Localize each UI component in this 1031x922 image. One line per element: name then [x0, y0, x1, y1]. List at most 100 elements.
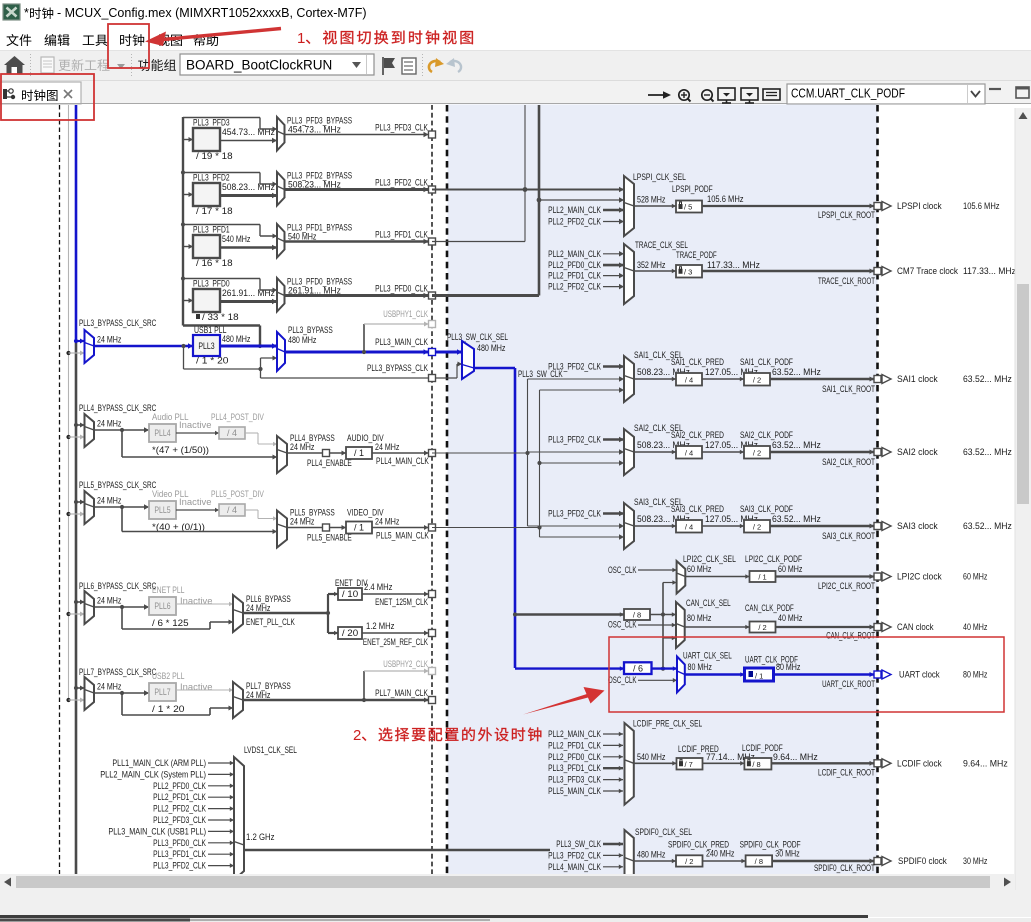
svg-text:2.4 MHz: 2.4 MHz — [364, 582, 393, 592]
svg-text:80 MHz: 80 MHz — [688, 662, 713, 672]
svg-text:*: * — [24, 6, 29, 20]
svg-text:Inactive: Inactive — [179, 497, 212, 507]
svg-text:ENET_25M_REF_CLK: ENET_25M_REF_CLK — [363, 637, 428, 647]
svg-text:PLL2_MAIN_CLK: PLL2_MAIN_CLK — [548, 205, 601, 215]
svg-text:LPI2C_CLK_SEL: LPI2C_CLK_SEL — [683, 554, 736, 564]
svg-text:40 MHz: 40 MHz — [963, 622, 988, 632]
svg-text:PLL3_PFD0: PLL3_PFD0 — [193, 279, 230, 289]
svg-text:PLL3_PFD2_CLK: PLL3_PFD2_CLK — [548, 362, 601, 372]
svg-text:24 MHz: 24 MHz — [97, 682, 122, 692]
svg-text:SAI2_CLK_ROOT: SAI2_CLK_ROOT — [822, 457, 875, 467]
svg-text:SPDIF0_CLK_ROOT: SPDIF0_CLK_ROOT — [814, 863, 875, 873]
svg-text:PLL7_BYPASS_CLK_SRC: PLL7_BYPASS_CLK_SRC — [79, 667, 157, 677]
svg-text:/ 5: / 5 — [684, 203, 692, 212]
svg-text:PLL2_PFD0_CLK: PLL2_PFD0_CLK — [548, 260, 601, 270]
svg-text:USBPHY1_CLK: USBPHY1_CLK — [383, 309, 428, 319]
svg-text:24 MHz: 24 MHz — [97, 419, 122, 429]
svg-text:LCDIF_PRE_CLK_SEL: LCDIF_PRE_CLK_SEL — [633, 719, 702, 729]
svg-text:24 MHz: 24 MHz — [246, 690, 271, 700]
svg-text:PLL2_PFD2_CLK: PLL2_PFD2_CLK — [548, 217, 601, 227]
svg-text:24 MHz: 24 MHz — [97, 496, 122, 506]
svg-text:PLL3_PFD2_CLK: PLL3_PFD2_CLK — [375, 178, 428, 188]
svg-text:60 MHz: 60 MHz — [963, 572, 988, 582]
svg-text:24 MHz: 24 MHz — [375, 442, 400, 452]
svg-text:9.64... MHz: 9.64... MHz — [963, 758, 1008, 768]
svg-text:BOARD_BootClockRUN: BOARD_BootClockRUN — [186, 58, 332, 73]
svg-text:LPSPI_CLK_SEL: LPSPI_CLK_SEL — [633, 172, 686, 182]
svg-text:1: 1 — [297, 30, 305, 47]
svg-text:PLL3_SW_CLK: PLL3_SW_CLK — [556, 839, 601, 849]
svg-text:PLL5: PLL5 — [154, 505, 170, 515]
svg-text:PLL5_POST_DIV: PLL5_POST_DIV — [211, 489, 264, 499]
svg-text:PLL2_PFD2_CLK: PLL2_PFD2_CLK — [153, 804, 206, 814]
svg-text:/ 8: / 8 — [633, 611, 641, 620]
svg-text:LPI2C_CLK_ROOT: LPI2C_CLK_ROOT — [818, 581, 875, 591]
svg-text:63.52... MHz: 63.52... MHz — [772, 440, 821, 450]
svg-text:ENET_DIV: ENET_DIV — [335, 578, 368, 588]
svg-text:PLL3_PFD1_CLK: PLL3_PFD1_CLK — [548, 763, 601, 773]
svg-text:PLL4_BYPASS_CLK_SRC: PLL4_BYPASS_CLK_SRC — [79, 403, 157, 413]
svg-text:/ 2: / 2 — [685, 857, 693, 866]
svg-text:PLL3_PFD3_CLK: PLL3_PFD3_CLK — [375, 123, 428, 133]
svg-text:/ 4: / 4 — [227, 505, 237, 515]
svg-text:SAI2_CLK_PODF: SAI2_CLK_PODF — [740, 430, 793, 440]
svg-text:PLL3_PFD2_CLK: PLL3_PFD2_CLK — [548, 850, 601, 860]
svg-text:30 MHz: 30 MHz — [775, 849, 800, 859]
svg-text:PLL2_PFD1_CLK: PLL2_PFD1_CLK — [153, 792, 206, 802]
svg-text:ENET_PLL_CLK: ENET_PLL_CLK — [246, 617, 295, 627]
svg-text:PLL2_PFD0_CLK: PLL2_PFD0_CLK — [153, 781, 206, 791]
svg-text:60 MHz: 60 MHz — [778, 564, 803, 574]
svg-text:540 MHz: 540 MHz — [288, 232, 317, 242]
svg-text:/ 20: / 20 — [342, 628, 358, 638]
svg-text:/ 1: / 1 — [755, 672, 763, 681]
svg-text:LPSPI_CLK_ROOT: LPSPI_CLK_ROOT — [818, 210, 875, 220]
svg-text:352 MHz: 352 MHz — [637, 260, 666, 270]
svg-text:USB2 PLL: USB2 PLL — [152, 671, 185, 681]
svg-text:SAI1_CLK_PODF: SAI1_CLK_PODF — [740, 357, 793, 367]
svg-text:PLL5_MAIN_CLK: PLL5_MAIN_CLK — [376, 531, 429, 541]
svg-text:/ 6 * 125: / 6 * 125 — [152, 618, 189, 628]
svg-text:/ 4: / 4 — [685, 522, 693, 531]
svg-text:/ 8: / 8 — [755, 857, 763, 866]
svg-text:80 MHz: 80 MHz — [776, 662, 801, 672]
svg-text:SAI3_CLK_PRED: SAI3_CLK_PRED — [671, 504, 724, 514]
svg-text:63.52... MHz: 63.52... MHz — [772, 514, 821, 524]
svg-text:PLL4_MAIN_CLK: PLL4_MAIN_CLK — [548, 862, 601, 872]
svg-text:ENET_125M_CLK: ENET_125M_CLK — [375, 597, 428, 607]
svg-text:Inactive: Inactive — [179, 420, 212, 430]
svg-text:454.73... MHz: 454.73... MHz — [288, 125, 341, 135]
svg-text:24 MHz: 24 MHz — [375, 517, 400, 527]
svg-text:105.6 MHz: 105.6 MHz — [963, 201, 1000, 211]
svg-text:CM7 Trace clock: CM7 Trace clock — [897, 266, 958, 276]
svg-text:480 MHz: 480 MHz — [288, 335, 317, 345]
svg-text:SPDIF0_CLK_SEL: SPDIF0_CLK_SEL — [635, 827, 692, 837]
svg-text:SPDIF0 clock: SPDIF0 clock — [898, 856, 947, 866]
svg-text:PLL3_SW_CLK_SEL: PLL3_SW_CLK_SEL — [447, 332, 508, 342]
svg-text:24 MHz: 24 MHz — [97, 335, 122, 345]
svg-text:63.52... MHz: 63.52... MHz — [772, 367, 821, 377]
svg-text:PLL2_MAIN_CLK (System PLL): PLL2_MAIN_CLK (System PLL) — [100, 769, 206, 779]
svg-text:/ 8: / 8 — [752, 760, 760, 769]
svg-text:/ 2: / 2 — [753, 375, 761, 384]
svg-text:63.52... MHz: 63.52... MHz — [963, 374, 1012, 384]
svg-text:OSC_CLK: OSC_CLK — [608, 675, 637, 685]
svg-text:/ 4: / 4 — [227, 428, 237, 438]
svg-text:PLL3_BYPASS_CLK_SRC: PLL3_BYPASS_CLK_SRC — [79, 318, 157, 328]
svg-text:CAN clock: CAN clock — [897, 622, 934, 632]
svg-text:/ 19 * 18: / 19 * 18 — [196, 151, 233, 161]
svg-text:PLL2_PFD0_CLK: PLL2_PFD0_CLK — [548, 752, 601, 762]
svg-text:PLL3_PFD0_CLK: PLL3_PFD0_CLK — [375, 284, 428, 294]
svg-text:TRACE_CLK_ROOT: TRACE_CLK_ROOT — [818, 276, 875, 286]
svg-text:PLL3_PFD1_CLK: PLL3_PFD1_CLK — [153, 849, 206, 859]
svg-text:117.33... MHz: 117.33... MHz — [707, 260, 760, 270]
svg-text:2: 2 — [353, 727, 361, 744]
svg-text:PLL2_MAIN_CLK: PLL2_MAIN_CLK — [548, 249, 601, 259]
svg-text:/ 1 * 20: / 1 * 20 — [152, 704, 185, 714]
svg-text:ENET PLL: ENET PLL — [152, 585, 185, 595]
svg-text:PLL5_ENABLE: PLL5_ENABLE — [307, 533, 352, 543]
svg-text:LPSPI clock: LPSPI clock — [897, 201, 942, 211]
svg-text:TRACE_CLK_SEL: TRACE_CLK_SEL — [635, 240, 688, 250]
svg-text:PLL3_PFD2_CLK: PLL3_PFD2_CLK — [548, 435, 601, 445]
svg-text:80 MHz: 80 MHz — [687, 613, 712, 623]
svg-text:PLL3_BYPASS: PLL3_BYPASS — [288, 325, 333, 335]
